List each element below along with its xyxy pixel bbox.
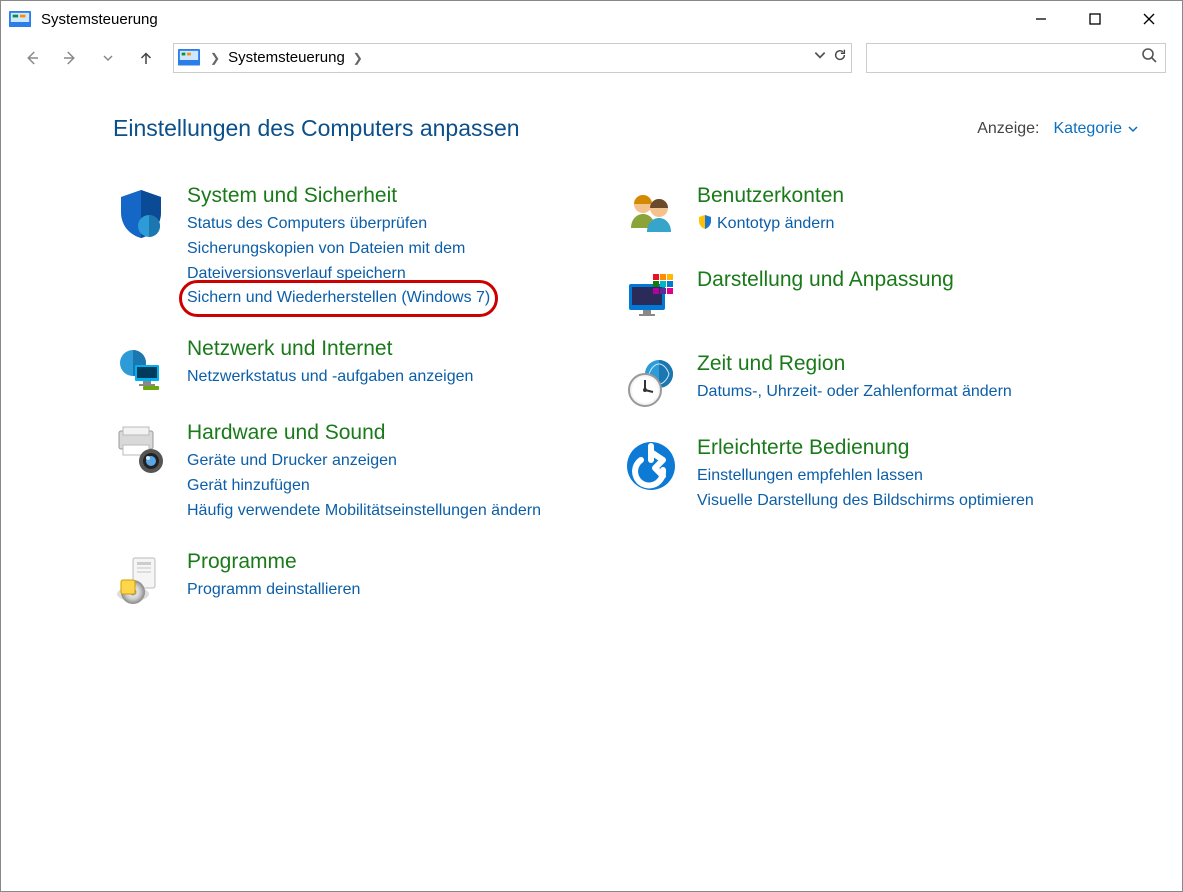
maximize-button[interactable] xyxy=(1068,4,1122,34)
control-panel-icon xyxy=(9,10,31,28)
link-file-history[interactable]: Sicherungskopien von Dateien mit dem Dat… xyxy=(187,237,593,287)
category-title[interactable]: Hardware und Sound xyxy=(187,421,541,445)
titlebar: Systemsteuerung xyxy=(1,1,1182,37)
shield-icon xyxy=(113,186,169,242)
category-hardware-sound: Hardware und Sound Geräte und Drucker an… xyxy=(113,421,593,523)
link-recommend-settings[interactable]: Einstellungen empfehlen lassen xyxy=(697,464,1034,489)
category-title[interactable]: Programme xyxy=(187,550,360,574)
search-input[interactable] xyxy=(875,44,1141,72)
category-title[interactable]: System und Sicherheit xyxy=(187,184,593,208)
address-dropdown[interactable] xyxy=(813,48,827,67)
programs-icon xyxy=(113,552,169,608)
printer-camera-icon xyxy=(113,423,169,479)
category-title[interactable]: Netzwerk und Internet xyxy=(187,337,473,361)
category-time-region: Zeit und Region Datums-, Uhrzeit- oder Z… xyxy=(623,352,1103,410)
view-value: Kategorie xyxy=(1054,120,1123,138)
view-select[interactable]: Kategorie xyxy=(1054,120,1139,138)
category-ease-of-access: Erleichterte Bedienung Einstellungen emp… xyxy=(623,436,1103,514)
link-network-status[interactable]: Netzwerkstatus und -aufgaben anzeigen xyxy=(187,365,473,390)
search-box[interactable] xyxy=(866,43,1166,73)
clock-globe-icon xyxy=(623,354,679,410)
link-check-status[interactable]: Status des Computers überprüfen xyxy=(187,212,593,237)
address-bar[interactable]: ❯ Systemsteuerung ❯ xyxy=(173,43,852,73)
link-date-time-format[interactable]: Datums-, Uhrzeit- oder Zahlenformat ände… xyxy=(697,380,1012,405)
network-icon xyxy=(113,339,169,395)
category-network: Netzwerk und Internet Netzwerkstatus und… xyxy=(113,337,593,395)
link-change-account-type[interactable]: Kontotyp ändern xyxy=(697,212,844,237)
category-user-accounts: Benutzerkonten Kontotyp ändern xyxy=(623,184,1103,242)
chevron-right-icon[interactable]: ❯ xyxy=(204,51,226,65)
control-panel-icon xyxy=(178,47,200,69)
user-accounts-icon xyxy=(623,186,679,242)
view-label: Anzeige: xyxy=(977,120,1039,138)
chevron-right-icon[interactable]: ❯ xyxy=(347,51,369,65)
link-optimize-display[interactable]: Visuelle Darstellung des Bildschirms opt… xyxy=(697,489,1034,514)
category-title[interactable]: Benutzerkonten xyxy=(697,184,844,208)
page-title: Einstellungen des Computers anpassen xyxy=(113,115,520,142)
ease-of-access-icon xyxy=(623,438,679,494)
window-title: Systemsteuerung xyxy=(41,11,158,28)
link-text: Kontotyp ändern xyxy=(717,215,834,232)
link-devices-printers[interactable]: Geräte und Drucker anzeigen xyxy=(187,449,541,474)
appearance-icon xyxy=(623,270,679,326)
refresh-button[interactable] xyxy=(833,48,847,67)
nav-bar: ❯ Systemsteuerung ❯ xyxy=(1,37,1182,79)
close-button[interactable] xyxy=(1122,4,1176,34)
content-area: Einstellungen des Computers anpassen Anz… xyxy=(1,79,1182,654)
search-icon[interactable] xyxy=(1141,47,1157,68)
back-button[interactable] xyxy=(15,43,49,73)
category-title[interactable]: Zeit und Region xyxy=(697,352,1012,376)
category-title[interactable]: Erleichterte Bedienung xyxy=(697,436,1034,460)
uac-shield-icon xyxy=(697,214,713,230)
link-add-device[interactable]: Gerät hinzufügen xyxy=(187,474,541,499)
up-button[interactable] xyxy=(129,43,163,73)
category-appearance: Darstellung und Anpassung xyxy=(623,268,1103,326)
breadcrumb-item[interactable]: Systemsteuerung xyxy=(226,47,347,68)
link-backup-restore-win7[interactable]: Sichern und Wiederherstellen (Windows 7) xyxy=(187,286,490,311)
link-uninstall-program[interactable]: Programm deinstallieren xyxy=(187,578,360,603)
history-dropdown[interactable] xyxy=(91,43,125,73)
forward-button[interactable] xyxy=(53,43,87,73)
minimize-button[interactable] xyxy=(1014,4,1068,34)
category-programs: Programme Programm deinstallieren xyxy=(113,550,593,608)
chevron-down-icon xyxy=(1128,124,1138,134)
category-system-security: System und Sicherheit Status des Compute… xyxy=(113,184,593,311)
link-mobility-settings[interactable]: Häufig verwendete Mobilitätseinstellunge… xyxy=(187,499,541,524)
category-title[interactable]: Darstellung und Anpassung xyxy=(697,268,954,292)
